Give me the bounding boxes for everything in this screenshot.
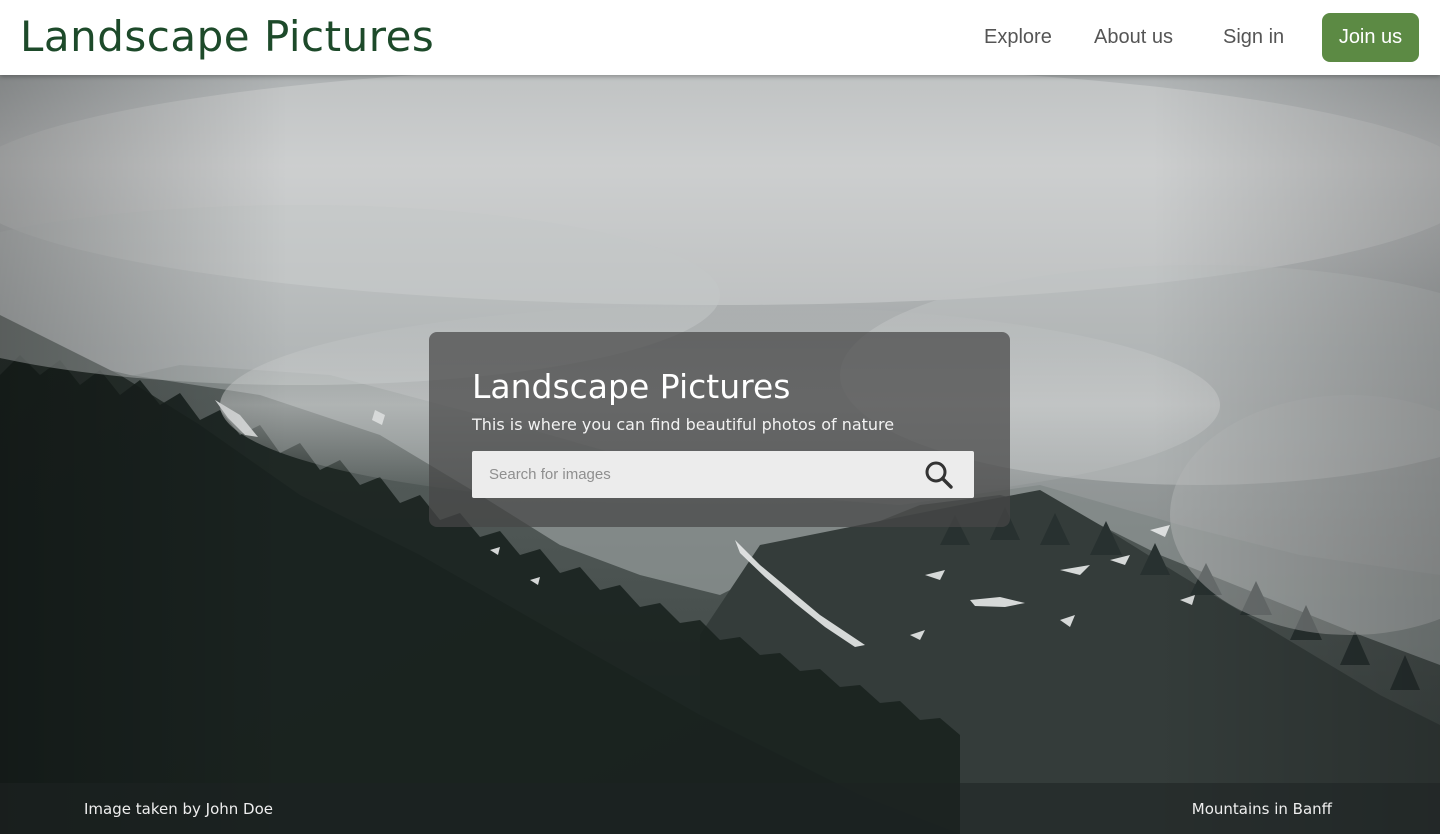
nav-link-sign-in[interactable]: Sign in [1223,24,1284,50]
search-icon[interactable] [924,460,954,490]
hero-subtitle: This is where you can find beautiful pho… [472,415,895,434]
hero-title: Landscape Pictures [472,367,791,406]
site-logo[interactable]: Landscape Pictures [20,8,434,66]
nav-link-about-us[interactable]: About us [1094,24,1173,50]
photo-credit: Image taken by John Doe [84,800,273,818]
search-input[interactable] [472,451,912,498]
image-caption-bar: Image taken by John Doe Mountains in Ban… [0,783,1440,834]
hero-search-card: Landscape Pictures This is where you can… [429,332,1010,527]
search-bar [472,451,974,498]
top-navbar: Landscape Pictures Explore About us Sign… [0,0,1440,75]
photo-location: Mountains in Banff [1191,800,1332,818]
join-us-button[interactable]: Join us [1322,13,1419,62]
nav-link-explore[interactable]: Explore [984,24,1052,50]
